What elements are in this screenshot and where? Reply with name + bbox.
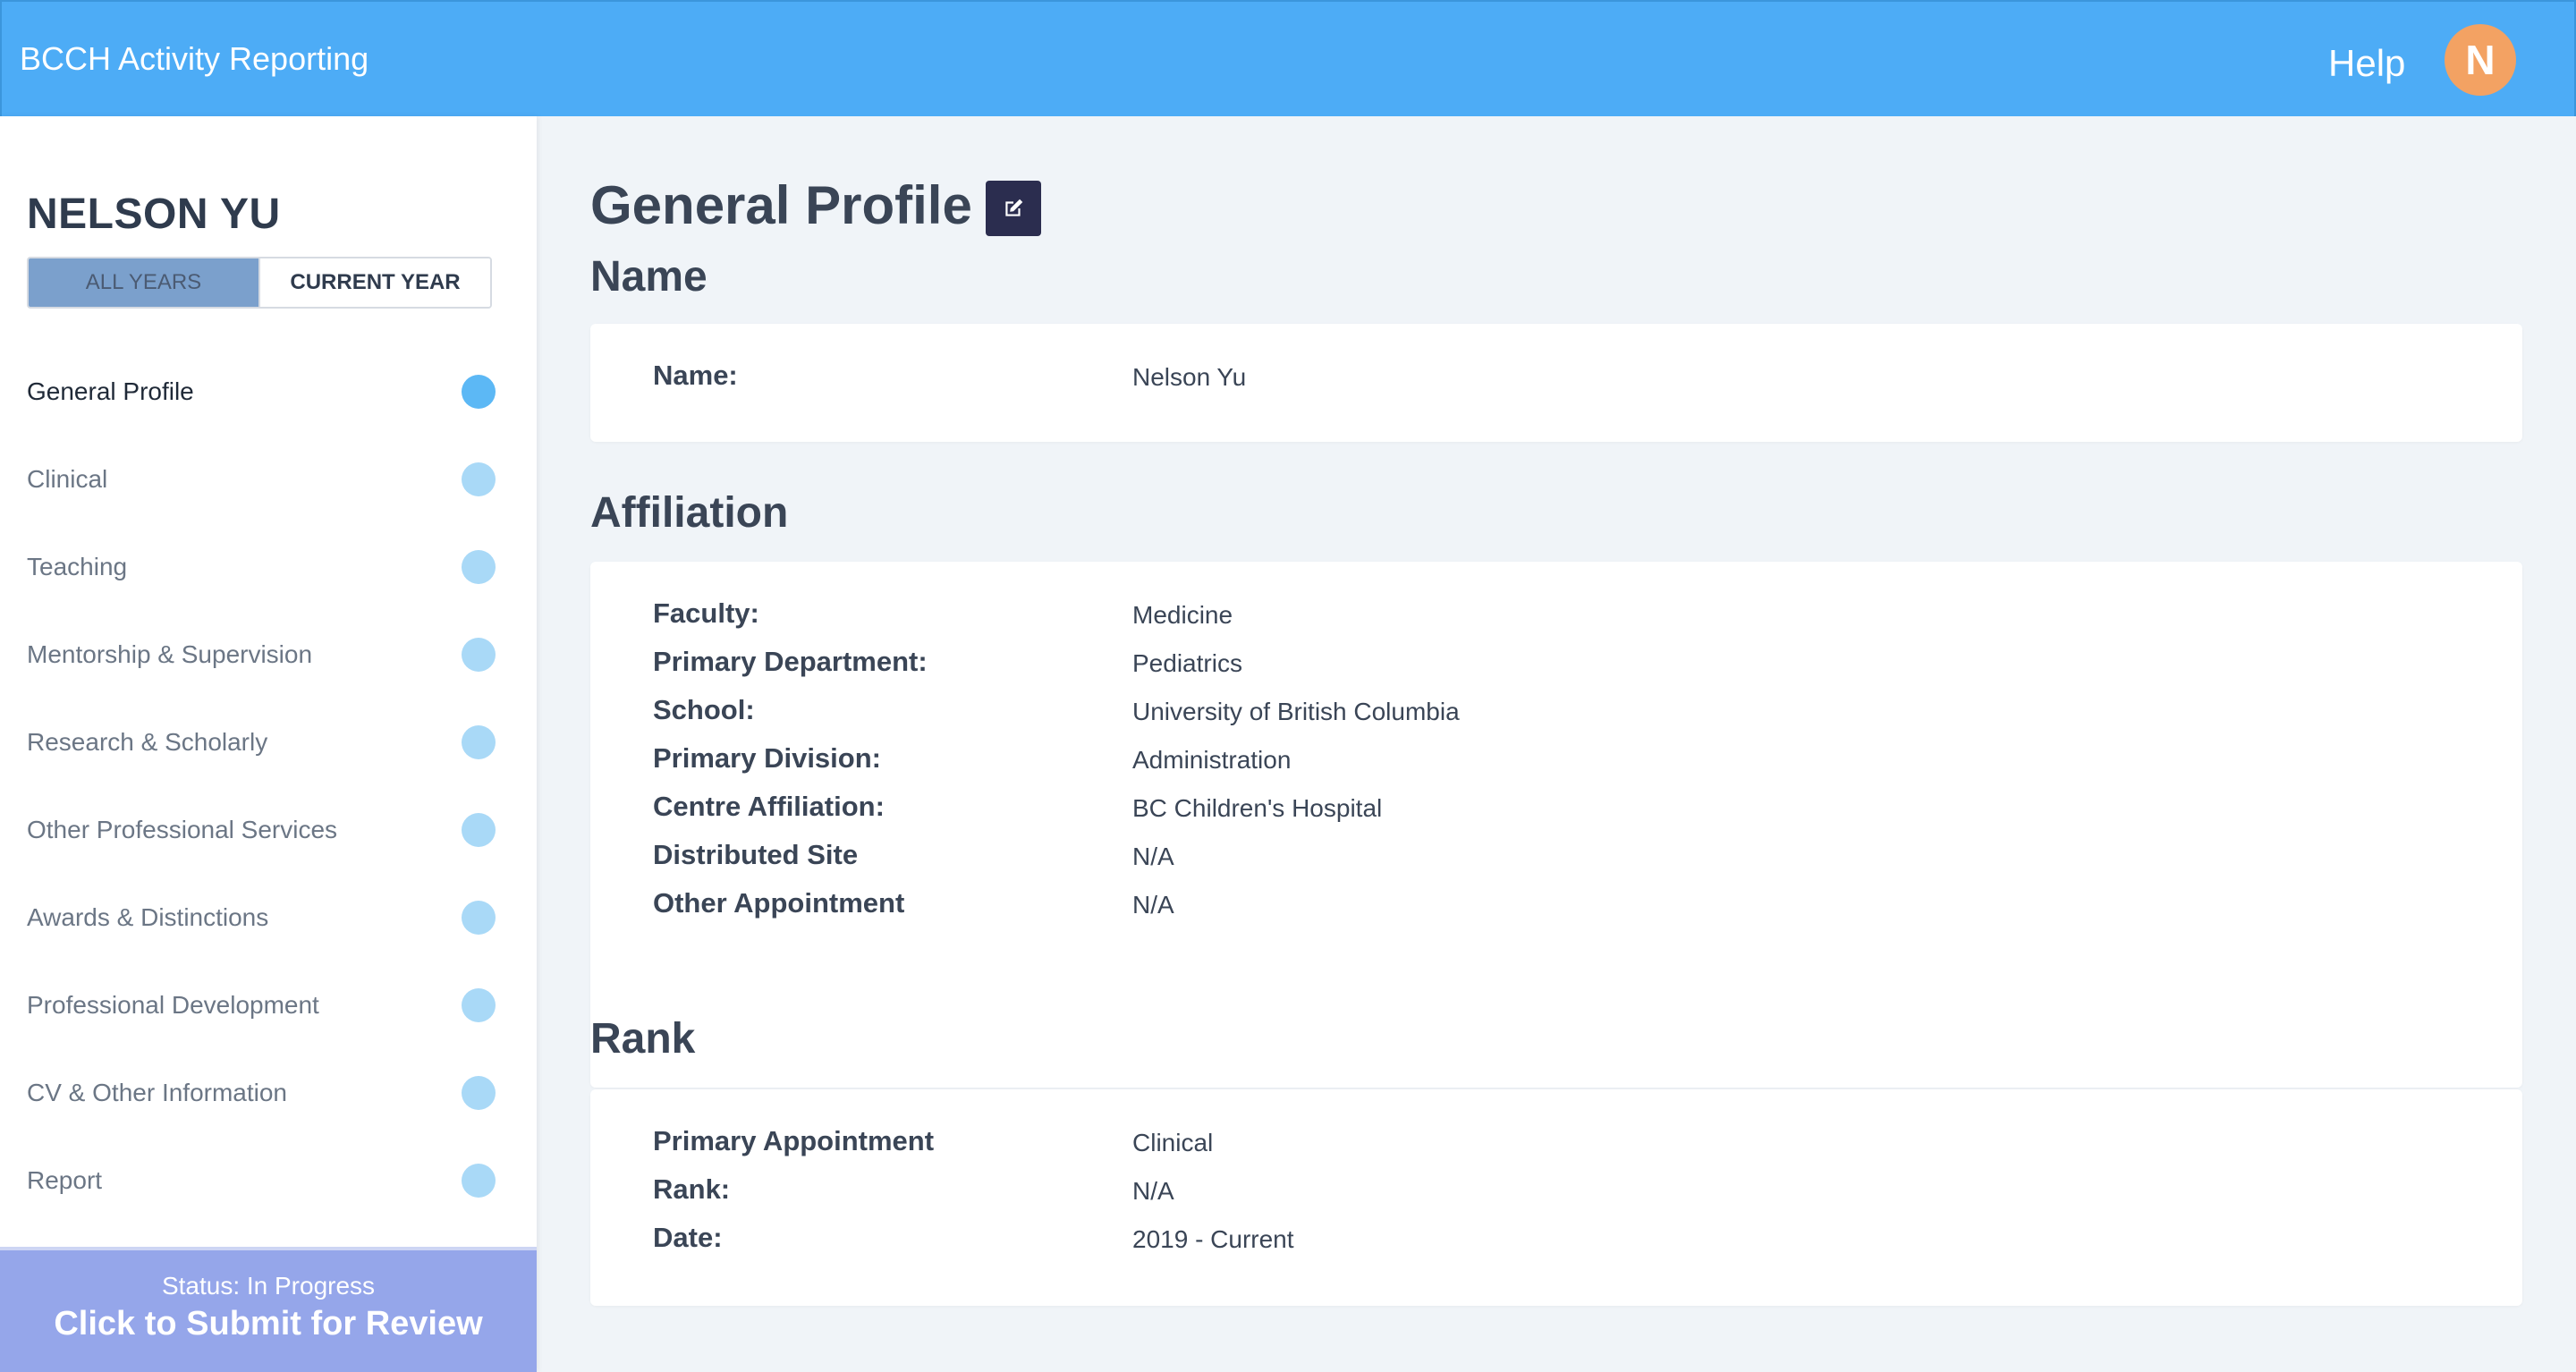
affiliation-card: Faculty: Medicine Primary Department: Pe…: [590, 562, 2522, 1088]
field-value: N/A: [1132, 1177, 1174, 1205]
info-row: School: University of British Columbia: [590, 692, 2522, 741]
progress-dot-icon: [462, 1076, 496, 1110]
all-years-button[interactable]: ALL YEARS: [29, 258, 260, 307]
sidebar-item-label: Other Professional Services: [27, 816, 338, 843]
sidebar-item-clinical[interactable]: Clinical: [0, 436, 537, 524]
sidebar-item-label: Report: [27, 1166, 103, 1194]
help-link[interactable]: Help: [2328, 39, 2405, 88]
sidebar-item-label: Mentorship & Supervision: [27, 640, 313, 668]
sidebar-item-mentorship[interactable]: Mentorship & Supervision: [0, 612, 537, 699]
progress-dot-icon: [462, 375, 496, 409]
sidebar-item-label: Clinical: [27, 465, 108, 493]
info-row: Primary Division: Administration: [590, 741, 2522, 789]
sidebar: NELSON YU ALL YEARS CURRENT YEAR General…: [0, 116, 537, 1372]
sidebar-item-label: Awards & Distinctions: [27, 903, 269, 931]
info-row: Rank: N/A: [590, 1172, 2522, 1220]
sidebar-item-label: Research & Scholarly: [27, 728, 268, 756]
avatar[interactable]: N: [2445, 24, 2516, 96]
sidebar-item-other-services[interactable]: Other Professional Services: [0, 787, 537, 875]
field-label: Distributed Site: [653, 839, 859, 870]
progress-dot-icon: [462, 901, 496, 935]
progress-dot-icon: [462, 725, 496, 759]
field-value: BC Children's Hospital: [1132, 794, 1383, 822]
field-label: Faculty:: [653, 597, 759, 629]
field-label: Primary Appointment: [653, 1125, 935, 1156]
field-label: Name:: [653, 360, 738, 391]
field-value: Administration: [1132, 746, 1292, 774]
sidebar-item-label: Professional Development: [27, 991, 319, 1019]
sidebar-item-cv[interactable]: CV & Other Information: [0, 1050, 537, 1138]
info-row: Primary Appointment Clinical: [590, 1123, 2522, 1172]
sidebar-item-research[interactable]: Research & Scholarly: [0, 699, 537, 787]
sidebar-item-label: Teaching: [27, 553, 128, 580]
field-label: Primary Division:: [653, 742, 881, 774]
field-label: Primary Department:: [653, 646, 928, 677]
top-bar: BCCH Activity Reporting Help N: [0, 0, 2576, 116]
sidebar-item-teaching[interactable]: Teaching: [0, 524, 537, 612]
section-title-name: Name: [590, 253, 708, 301]
user-name: NELSON YU: [27, 191, 281, 238]
field-label: Rank:: [653, 1173, 731, 1205]
field-value: N/A: [1132, 843, 1174, 870]
sidebar-item-professional-development[interactable]: Professional Development: [0, 962, 537, 1050]
page-title: General Profile: [590, 175, 972, 235]
info-row: Centre Affiliation: BC Children's Hospit…: [590, 789, 2522, 837]
app-title[interactable]: BCCH Activity Reporting: [20, 38, 369, 80]
field-value: Medicine: [1132, 601, 1233, 629]
field-value: Clinical: [1132, 1129, 1214, 1156]
field-value: University of British Columbia: [1132, 698, 1460, 725]
submit-label: Click to Submit for Review: [54, 1305, 483, 1342]
field-label: Other Appointment: [653, 887, 905, 919]
field-value: 2019 - Current: [1132, 1225, 1294, 1253]
field-label: School:: [653, 694, 755, 725]
status-text: Status: In Progress: [161, 1272, 376, 1300]
progress-dot-icon: [462, 462, 496, 496]
rank-card: Primary Appointment Clinical Rank: N/A D…: [590, 1089, 2522, 1306]
section-title-rank: Rank: [590, 1015, 696, 1063]
year-toggle: ALL YEARS CURRENT YEAR: [27, 257, 492, 309]
sidebar-nav: General Profile Clinical Teaching Mentor…: [0, 349, 537, 1225]
name-card: Name: Nelson Yu: [590, 324, 2522, 442]
section-title-affiliation: Affiliation: [590, 489, 789, 537]
sidebar-item-general-profile[interactable]: General Profile: [0, 349, 537, 436]
sidebar-item-label: General Profile: [27, 377, 194, 405]
edit-button[interactable]: [986, 181, 1041, 236]
sidebar-item-report[interactable]: Report: [0, 1138, 537, 1225]
progress-dot-icon: [462, 988, 496, 1022]
main-content: General Profile Name Name: Nelson Yu Aff…: [537, 116, 2576, 1372]
info-row: Distributed Site N/A: [590, 837, 2522, 885]
sidebar-item-label: CV & Other Information: [27, 1079, 288, 1106]
sidebar-item-awards[interactable]: Awards & Distinctions: [0, 875, 537, 962]
progress-dot-icon: [462, 550, 496, 584]
field-value: Pediatrics: [1132, 649, 1242, 677]
info-row: Name: Nelson Yu: [590, 358, 2522, 406]
progress-dot-icon: [462, 813, 496, 847]
field-value: Nelson Yu: [1132, 363, 1247, 391]
info-row: Faculty: Medicine: [590, 596, 2522, 644]
progress-dot-icon: [462, 638, 496, 672]
edit-icon: [1005, 199, 1023, 216]
info-row: Other Appointment N/A: [590, 885, 2522, 934]
field-label: Date:: [653, 1222, 723, 1253]
field-value: N/A: [1132, 891, 1174, 919]
submit-for-review-button[interactable]: Status: In Progress Click to Submit for …: [0, 1247, 537, 1372]
info-row: Date: 2019 - Current: [590, 1220, 2522, 1268]
current-year-button[interactable]: CURRENT YEAR: [260, 258, 490, 307]
field-label: Centre Affiliation:: [653, 791, 885, 822]
info-row: Primary Department: Pediatrics: [590, 644, 2522, 692]
progress-dot-icon: [462, 1164, 496, 1198]
